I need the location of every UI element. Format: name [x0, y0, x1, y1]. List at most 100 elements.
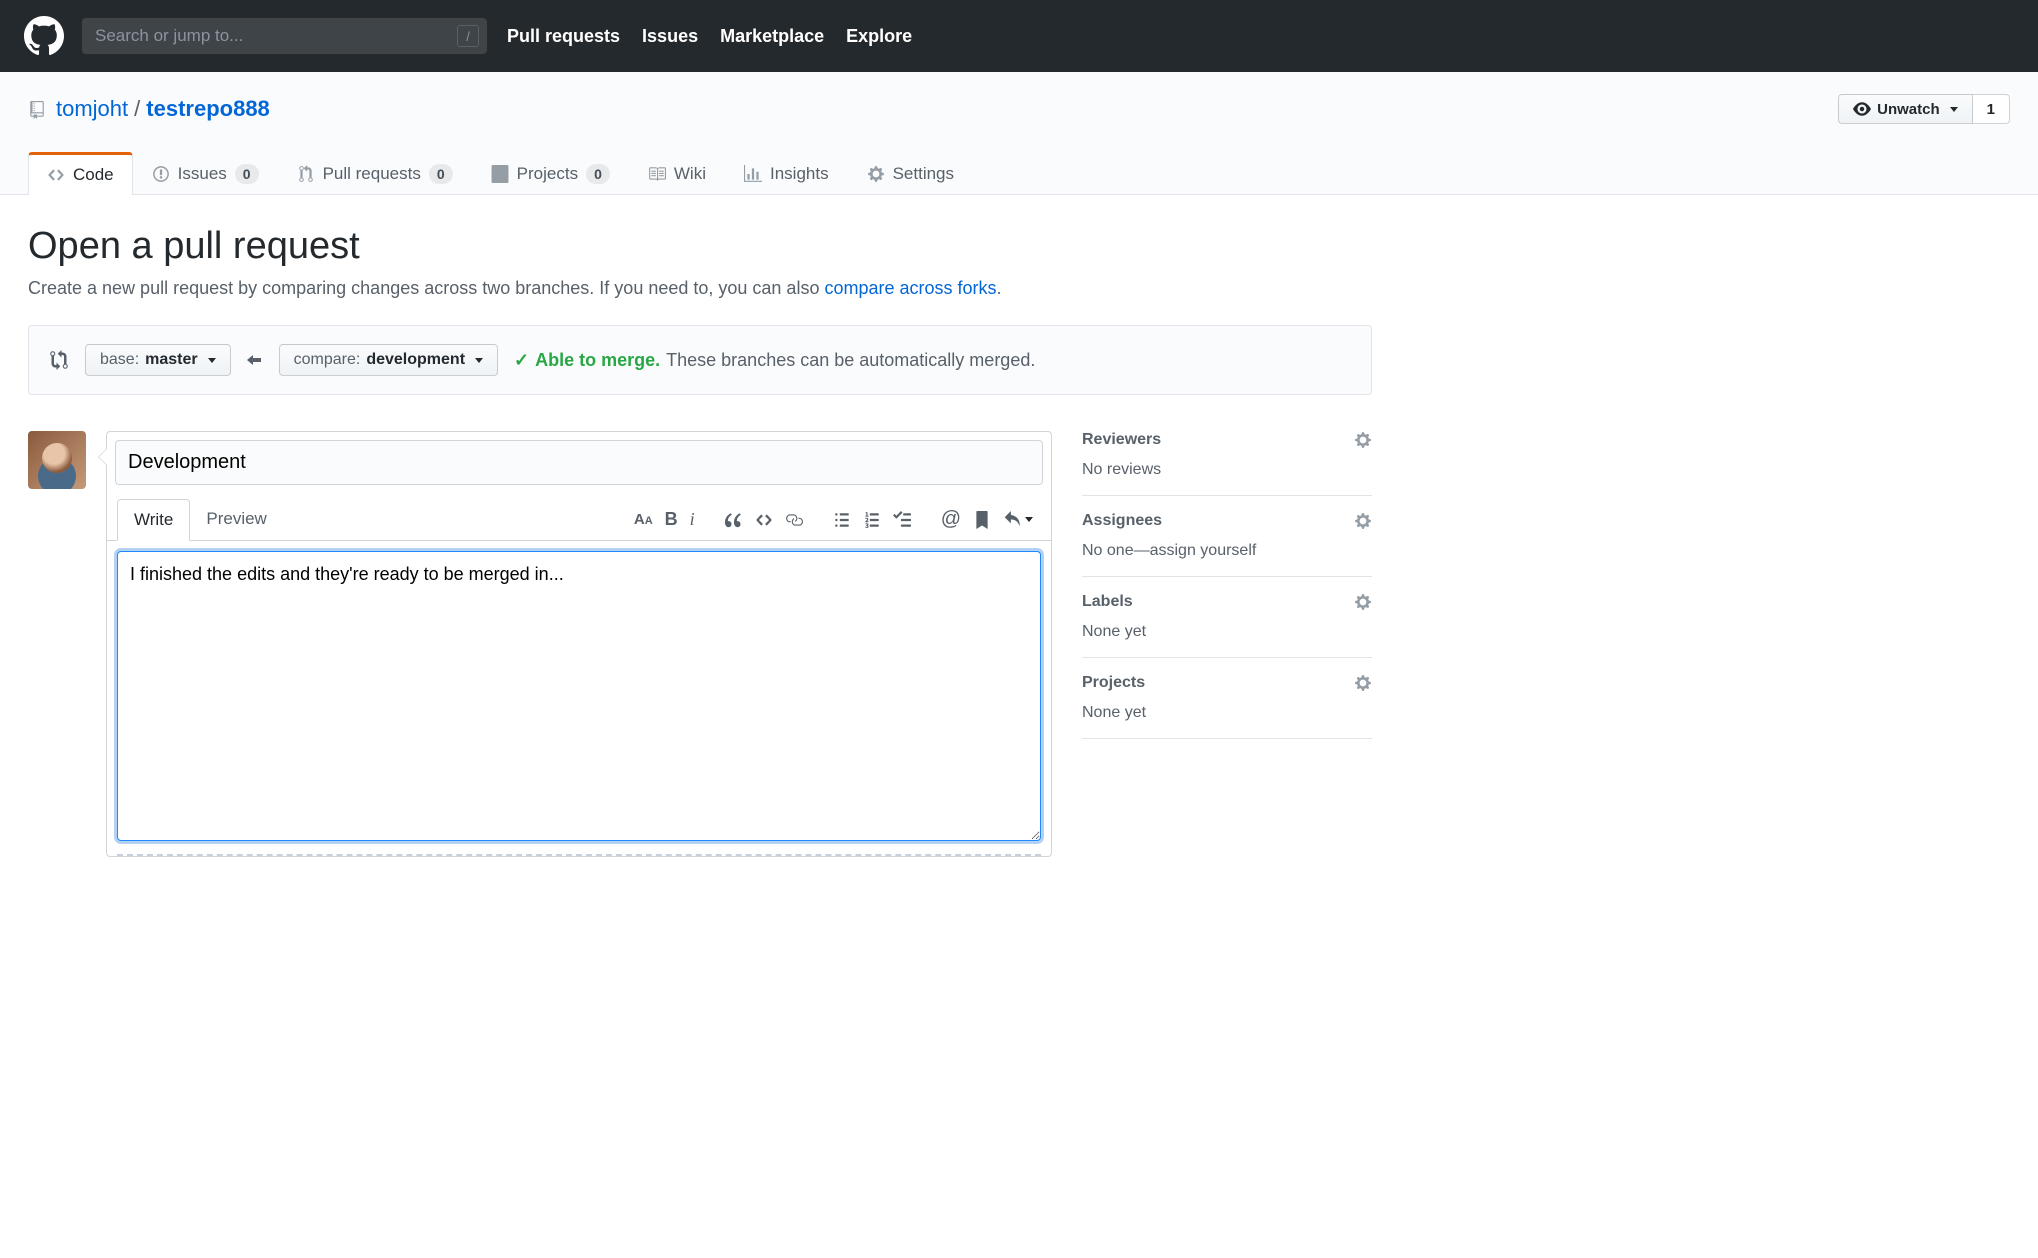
gear-icon[interactable] [1354, 431, 1372, 449]
markdown-toolbar: AA B i [634, 508, 1041, 531]
nav-marketplace[interactable]: Marketplace [720, 26, 824, 47]
compare-forks-link[interactable]: compare across forks [824, 278, 996, 298]
pr-description-textarea[interactable] [117, 551, 1041, 841]
subtitle-post: . [997, 278, 1002, 298]
eye-icon [1853, 100, 1871, 118]
caret-down-icon [1950, 107, 1958, 112]
watch-count[interactable]: 1 [1973, 94, 2010, 124]
merge-text: These branches can be automatically merg… [666, 350, 1035, 371]
tab-wiki[interactable]: Wiki [629, 152, 725, 194]
repo-icon [28, 101, 46, 119]
labels-title: Labels [1082, 593, 1133, 611]
link-icon[interactable] [785, 511, 803, 529]
attachment-dropzone-border [117, 854, 1041, 856]
tab-issues-label: Issues [178, 164, 227, 184]
main-content: Open a pull request Create a new pull re… [0, 195, 1400, 887]
merge-able-label: Able to merge. [535, 350, 660, 371]
code-icon [47, 166, 65, 184]
unwatch-button[interactable]: Unwatch [1838, 94, 1973, 124]
search-input[interactable] [82, 18, 487, 54]
reply-icon[interactable] [1003, 511, 1021, 529]
comment-box: Write Preview AA B i [106, 431, 1052, 857]
nav-explore[interactable]: Explore [846, 26, 912, 47]
tab-write[interactable]: Write [117, 499, 190, 541]
page-subtitle: Create a new pull request by comparing c… [28, 278, 1372, 299]
repo-nav: Code Issues 0 Pull requests 0 Projects 0… [28, 152, 2010, 194]
quote-icon[interactable] [725, 511, 743, 529]
tasklist-icon[interactable] [893, 511, 911, 529]
repo-pagehead: tomjoht / testrepo888 Unwatch 1 Code Iss… [0, 72, 2038, 195]
book-icon [648, 165, 666, 183]
bookmark-icon[interactable] [973, 511, 991, 529]
tab-settings[interactable]: Settings [848, 152, 973, 194]
tab-insights[interactable]: Insights [725, 152, 848, 194]
mention-icon[interactable]: @ [941, 508, 961, 531]
sidebar-projects: Projects None yet [1082, 658, 1372, 739]
project-icon [491, 165, 509, 183]
compare-icon [49, 350, 69, 370]
tab-preview[interactable]: Preview [190, 499, 282, 540]
labels-text: None yet [1082, 623, 1372, 641]
sidebar-assignees: Assignees No one—assign yourself [1082, 496, 1372, 577]
graph-icon [744, 165, 762, 183]
merge-status: ✓ Able to merge. These branches can be a… [514, 350, 1035, 371]
tab-insights-label: Insights [770, 164, 829, 184]
assignees-text[interactable]: No one—assign yourself [1082, 542, 1372, 560]
repo-name-link[interactable]: testrepo888 [146, 96, 270, 122]
compare-value: development [366, 351, 465, 369]
gear-icon[interactable] [1354, 512, 1372, 530]
tab-settings-label: Settings [893, 164, 954, 184]
repo-owner-link[interactable]: tomjoht [56, 96, 128, 122]
base-label: base: [100, 351, 139, 369]
projects-text: None yet [1082, 704, 1372, 722]
compare-branch-select[interactable]: compare: development [279, 344, 498, 376]
bold-icon[interactable]: B [665, 509, 678, 530]
assignees-title: Assignees [1082, 512, 1162, 530]
gear-icon[interactable] [1354, 674, 1372, 692]
pagehead-actions: Unwatch 1 [1838, 94, 2010, 124]
tab-issues[interactable]: Issues 0 [133, 152, 278, 194]
editor-tab-bar: Write Preview AA B i [107, 499, 1051, 541]
projects-count: 0 [586, 164, 610, 184]
caret-down-icon [208, 358, 216, 363]
search-box: / [82, 18, 487, 54]
repo-slash: / [134, 96, 140, 122]
unwatch-label: Unwatch [1877, 101, 1940, 118]
code-icon[interactable] [755, 511, 773, 529]
pull-request-icon [297, 165, 315, 183]
arrow-left-icon [247, 352, 263, 368]
base-branch-select[interactable]: base: master [85, 344, 231, 376]
list-ul-icon[interactable] [833, 511, 851, 529]
caret-down-icon [475, 358, 483, 363]
issue-icon [152, 165, 170, 183]
tab-projects-label: Projects [517, 164, 578, 184]
pr-title-input[interactable] [115, 440, 1043, 485]
base-value: master [145, 351, 197, 369]
slash-key-hint: / [457, 25, 479, 47]
compare-box: base: master compare: development ✓ Able… [28, 325, 1372, 395]
page-title: Open a pull request [28, 225, 1372, 268]
avatar[interactable] [28, 431, 86, 489]
nav-pull-requests[interactable]: Pull requests [507, 26, 620, 47]
tab-projects[interactable]: Projects 0 [472, 152, 629, 194]
heading-icon[interactable]: AA [634, 511, 653, 528]
check-icon: ✓ [514, 350, 529, 371]
tab-code-label: Code [73, 165, 114, 185]
italic-icon[interactable]: i [690, 509, 695, 530]
tab-wiki-label: Wiki [674, 164, 706, 184]
tab-pull-requests[interactable]: Pull requests 0 [278, 152, 472, 194]
sidebar-reviewers: Reviewers No reviews [1082, 431, 1372, 496]
github-logo-icon[interactable] [24, 16, 64, 56]
nav-issues[interactable]: Issues [642, 26, 698, 47]
repo-title: tomjoht / testrepo888 [28, 96, 270, 122]
caret-down-icon[interactable] [1025, 517, 1033, 522]
list-ol-icon[interactable] [863, 511, 881, 529]
gear-icon [867, 165, 885, 183]
reviewers-title: Reviewers [1082, 431, 1161, 449]
gear-icon[interactable] [1354, 593, 1372, 611]
global-header: / Pull requests Issues Marketplace Explo… [0, 0, 2038, 72]
sidebar-labels: Labels None yet [1082, 577, 1372, 658]
tab-code[interactable]: Code [28, 152, 133, 195]
tab-prs-label: Pull requests [323, 164, 421, 184]
compare-label: compare: [294, 351, 361, 369]
